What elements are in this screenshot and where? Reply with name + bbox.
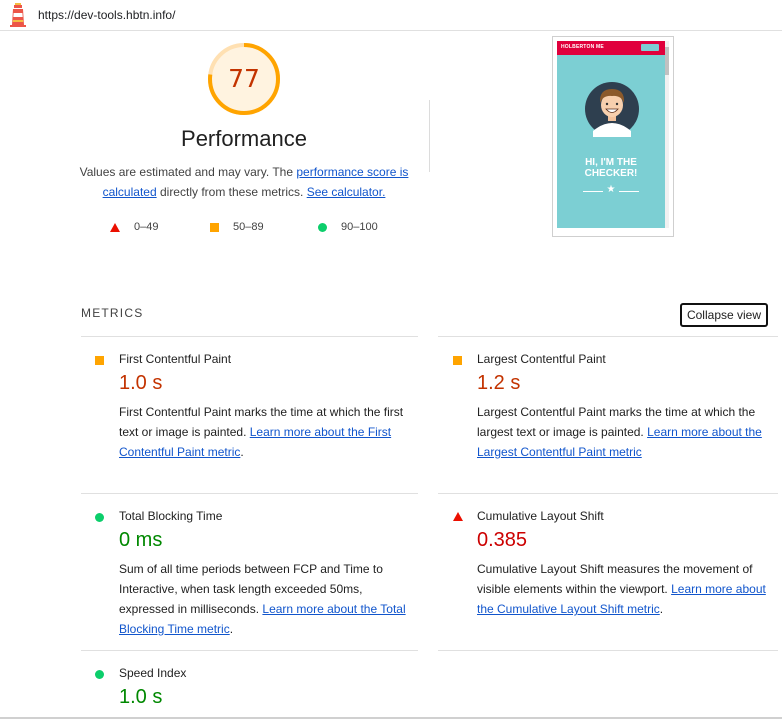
performance-score-value: 77 xyxy=(228,64,260,93)
desc-text-1: Values are estimated and may vary. The xyxy=(79,165,297,179)
metrics-divider xyxy=(81,650,418,651)
avatar-illustration-icon xyxy=(585,82,639,137)
screenshot-scrollbar-thumb[interactable] xyxy=(665,47,669,75)
lighthouse-logo-icon xyxy=(10,3,26,27)
star-icon: ★ xyxy=(606,184,616,195)
bottom-edge xyxy=(0,717,782,719)
collapse-view-button[interactable]: Collapse view xyxy=(680,303,768,327)
screenshot-page: HOLBERTON ME HI, I'M THE CHECKER! ★ xyxy=(557,41,665,228)
metric-description: Largest Contentful Paint marks the time … xyxy=(477,402,769,462)
fail-triangle-icon xyxy=(453,512,463,521)
legend-average: 50–89 xyxy=(210,221,264,233)
performance-description: Values are estimated and may vary. The p… xyxy=(78,162,410,202)
screenshot-header-button xyxy=(641,44,659,51)
desc-text-2: directly from these metrics. xyxy=(156,185,307,199)
performance-title: Performance xyxy=(181,126,307,151)
final-screenshot[interactable]: HOLBERTON ME HI, I'M THE CHECKER! ★ xyxy=(552,36,674,237)
metric-title: First Contentful Paint xyxy=(119,352,232,366)
metric-value: 0 ms xyxy=(119,529,163,551)
fail-triangle-icon xyxy=(110,222,120,232)
screenshot-brand: HOLBERTON ME xyxy=(561,44,604,50)
metrics-divider xyxy=(438,493,778,494)
metrics-divider xyxy=(81,493,418,494)
metric-value: 1.0 s xyxy=(119,372,163,394)
screenshot-divider-left xyxy=(583,191,603,192)
metric-title: Cumulative Layout Shift xyxy=(477,509,604,523)
legend-fail-label: 0–49 xyxy=(134,221,159,233)
address-bar: https://dev-tools.hbtn.info/ xyxy=(0,0,782,31)
legend-pass-label: 90–100 xyxy=(341,221,378,233)
pass-circle-icon xyxy=(95,513,104,522)
metric-description: Cumulative Layout Shift measures the mov… xyxy=(477,562,766,616)
average-square-icon xyxy=(453,356,462,365)
metrics-divider xyxy=(438,650,778,651)
pass-circle-icon xyxy=(318,222,327,232)
pass-circle-icon xyxy=(95,670,104,679)
legend-average-label: 50–89 xyxy=(233,221,264,233)
vertical-divider xyxy=(429,100,430,172)
metric-value: 0.385 xyxy=(477,529,528,551)
screenshot-scrollbar[interactable] xyxy=(665,41,669,228)
average-square-icon xyxy=(210,222,219,232)
legend-pass: 90–100 xyxy=(318,221,378,233)
metrics-heading: METRICS xyxy=(81,306,144,320)
metrics-divider xyxy=(438,336,778,337)
screenshot-divider-right xyxy=(619,191,639,192)
metric-title: Speed Index xyxy=(119,666,187,680)
metrics-divider xyxy=(81,336,418,337)
legend-fail: 0–49 xyxy=(110,221,158,233)
screenshot-header: HOLBERTON ME xyxy=(557,41,665,55)
metric-description: Sum of all time periods between FCP and … xyxy=(119,562,406,636)
metric-title: Largest Contentful Paint xyxy=(477,352,606,366)
metric-description: First Contentful Paint marks the time at… xyxy=(119,405,404,459)
metric-value: 1.2 s xyxy=(477,372,521,394)
screenshot-headline: HI, I'M THE CHECKER! xyxy=(557,157,665,179)
screenshot-headline-line-2: CHECKER! xyxy=(584,168,638,179)
metric-value: 1.0 s xyxy=(119,686,163,708)
page-url[interactable]: https://dev-tools.hbtn.info/ xyxy=(38,8,175,22)
screenshot-headline-line-1: HI, I'M THE xyxy=(585,157,637,168)
metric-title: Total Blocking Time xyxy=(119,509,223,523)
average-square-icon xyxy=(95,356,104,365)
see-calculator-link[interactable]: See calculator. xyxy=(307,185,386,199)
